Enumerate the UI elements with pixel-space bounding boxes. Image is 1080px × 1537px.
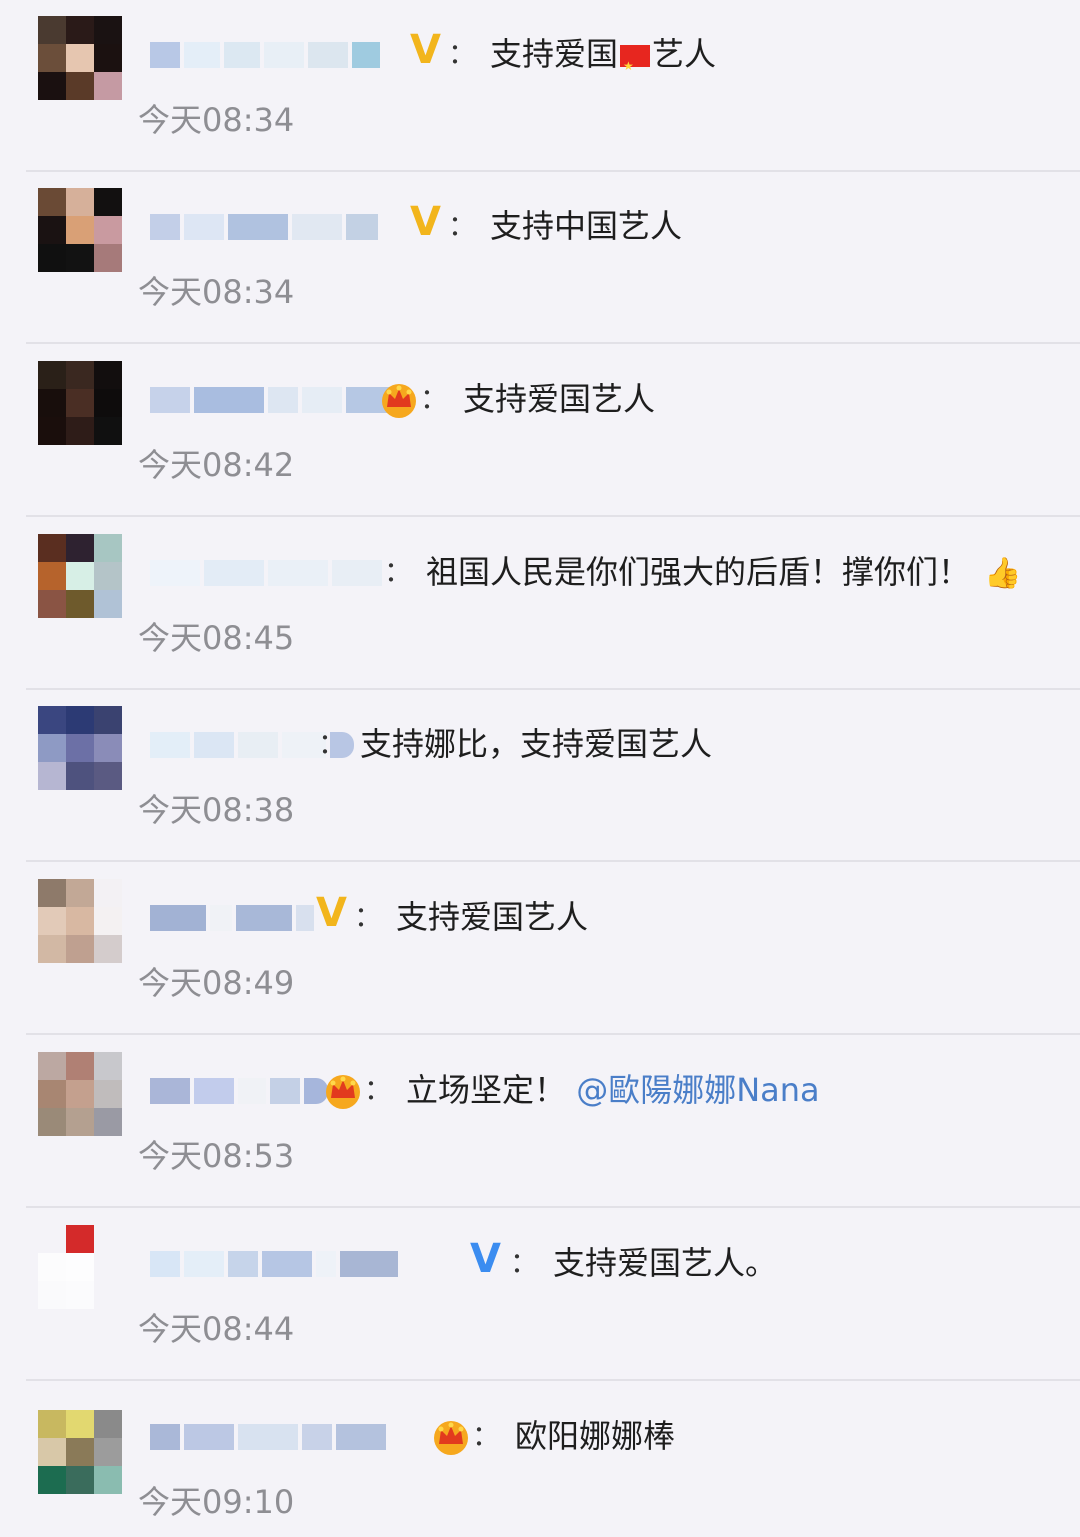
comment-item[interactable]: ： 支持娜比，支持爱国艺人 今天08:38 [0,690,1080,862]
comment-text-part: 艺人 [652,35,717,73]
comment-time: 今天08:53 [138,1137,295,1175]
username-blurred[interactable] [150,1249,398,1279]
verified-v-icon: V [470,1236,501,1282]
comment-item[interactable]: ： 祖国人民是你们强大的后盾！撑你们！ 👍 今天08:45 [0,518,1080,690]
comment-text: 支持爱国艺人 [463,380,656,418]
comment-text: 支持爱国艺人 [396,898,589,936]
avatar[interactable] [38,534,122,618]
crown-icon [434,1421,468,1455]
avatar[interactable] [38,706,122,790]
colon: ： [510,1246,539,1279]
avatar[interactable] [38,1410,122,1494]
colon: ： [472,1419,501,1452]
username-blurred[interactable] [150,40,380,70]
colon: ： [420,382,449,415]
colon: ： [448,37,477,70]
avatar[interactable] [38,879,122,963]
colon: ： [384,555,413,588]
mention-link[interactable]: @歐陽娜娜Nana [576,1071,819,1109]
verified-v-icon: V [410,199,441,245]
username-blurred[interactable] [150,1076,328,1106]
divider [26,1033,1080,1035]
comment-time: 今天08:34 [138,101,295,139]
comment-text: 支持爱国艺人。 [553,1244,778,1282]
comment-text: 支持爱国艺人 [490,30,717,90]
comment-time: 今天08:42 [138,446,295,484]
crown-icon [326,1075,360,1109]
comment-time: 今天08:49 [138,964,295,1002]
avatar[interactable] [38,1225,122,1309]
comment-item[interactable]: V ： 支持爱国艺人。 今天08:44 [0,1209,1080,1381]
avatar[interactable] [38,1052,122,1136]
comment-item[interactable]: ： 立场坚定！ @歐陽娜娜Nana 今天08:53 [0,1036,1080,1208]
comment-item[interactable]: V ： 支持爱国艺人 今天08:49 [0,863,1080,1035]
comment-time: 今天08:38 [138,791,295,829]
comment-item[interactable]: V ： 支持爱国艺人 今天08:34 [0,0,1080,172]
comment-text: 祖国人民是你们强大的后盾！撑你们！ 👍 [426,548,1021,598]
comment-text: 支持中国艺人 [490,207,683,245]
comment-list: V ： 支持爱国艺人 今天08:34 V ： 支持中国艺人 今天08:34 [0,0,1080,1537]
colon: ： [364,1073,393,1106]
comment-text: 立场坚定！ @歐陽娜娜Nana [406,1066,820,1114]
colon: ： [448,209,477,242]
comment-item[interactable]: ： 支持爱国艺人 今天08:42 [0,345,1080,517]
comment-text: 欧阳娜娜棒 [515,1417,676,1455]
username-blurred[interactable] [150,385,392,415]
comment-text: 支持娜比，支持爱国艺人 [360,725,713,763]
crown-icon [382,384,416,418]
comment-text-part: 支持爱国 [490,35,619,73]
verified-v-icon: V [316,890,347,936]
comment-text-part: 立场坚定！ [406,1071,567,1109]
colon: ： [318,727,347,760]
colon: ： [354,900,383,933]
username-blurred[interactable] [150,903,314,933]
comment-text-part: 祖国人民是你们强大的后盾！撑你们！ [426,553,971,591]
comment-item[interactable]: ： 欧阳娜娜棒 今天09:10 [0,1382,1080,1537]
comment-time: 今天08:34 [138,273,295,311]
verified-v-icon: V [410,27,441,73]
avatar[interactable] [38,361,122,445]
comment-item[interactable]: V ： 支持中国艺人 今天08:34 [0,172,1080,344]
china-flag-icon [620,42,651,90]
avatar[interactable] [38,16,122,100]
divider [26,1379,1080,1381]
divider [26,860,1080,862]
comment-time: 今天08:44 [138,1310,295,1348]
divider [26,1206,1080,1208]
divider [26,342,1080,344]
username-blurred[interactable] [150,212,378,242]
avatar[interactable] [38,188,122,272]
username-blurred[interactable] [150,558,382,588]
divider [26,515,1080,517]
comment-time: 今天09:10 [138,1483,295,1521]
thumbs-up-icon: 👍 [984,556,1022,591]
username-blurred[interactable] [150,1422,386,1452]
comment-time: 今天08:45 [138,619,295,657]
